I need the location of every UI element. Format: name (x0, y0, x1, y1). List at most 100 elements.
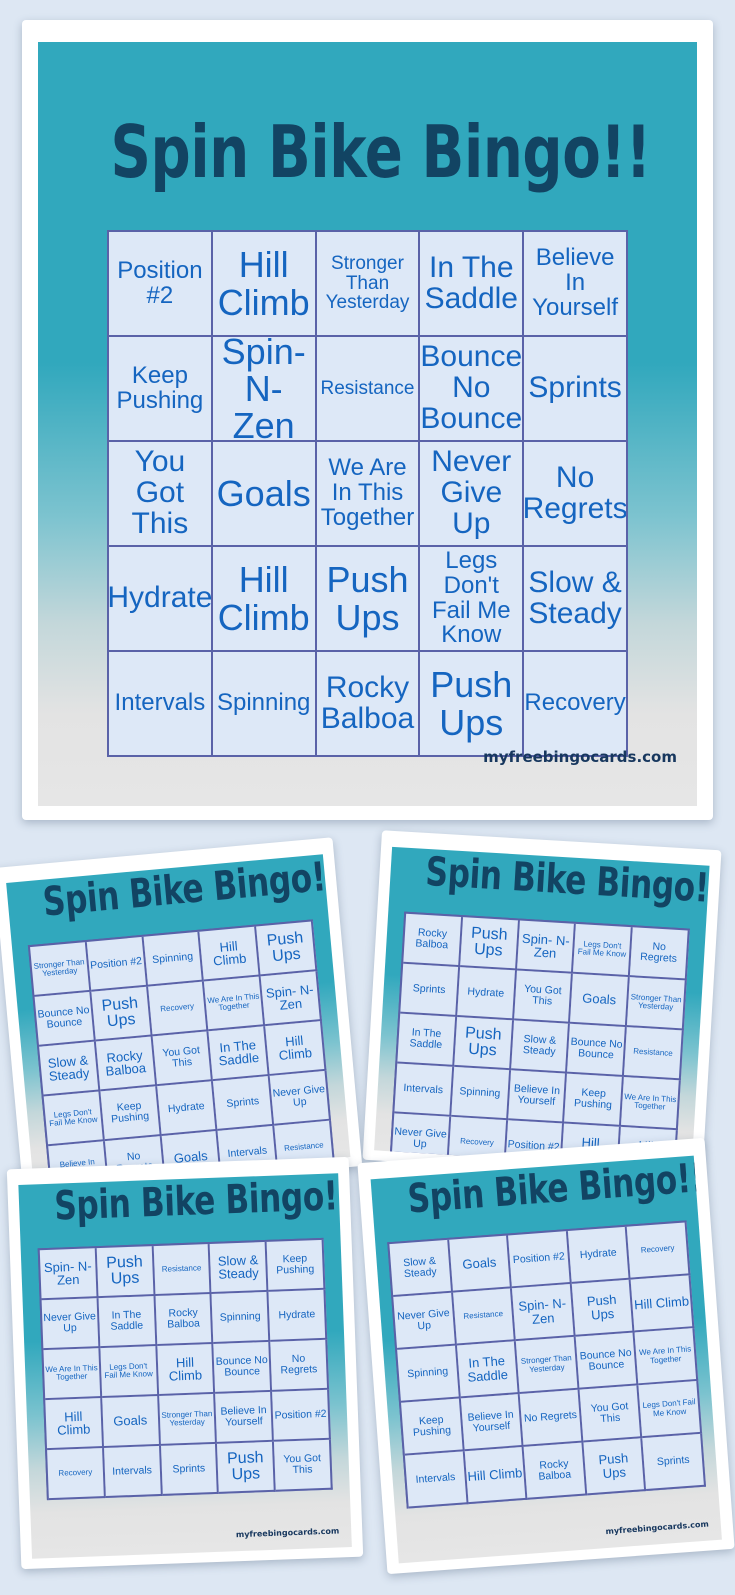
bingo-cell[interactable]: Spin- N-Zen (516, 920, 577, 974)
bingo-cell[interactable]: Legs Don't Fail Me Know (43, 1091, 105, 1147)
bingo-cell[interactable]: In The Saddle (456, 1341, 520, 1399)
bingo-cell[interactable]: Stronger Than Yesterday (30, 941, 92, 997)
bingo-cell[interactable]: Hill Climb (212, 232, 317, 337)
bingo-cell[interactable]: Intervals (109, 652, 213, 757)
bingo-cell[interactable]: Bounce No Bounce (420, 337, 525, 442)
bingo-cell[interactable]: Intervals (404, 1451, 469, 1509)
bingo-cell[interactable]: Hill Climb (265, 1020, 327, 1076)
bingo-cell[interactable]: Hill Climb (199, 926, 261, 982)
bingo-cell[interactable]: Spin- N-Zen (260, 971, 322, 1027)
bingo-cell[interactable]: Push Ups (316, 547, 421, 652)
bingo-grid-main[interactable]: Position #2 Hill Climb Stronger Than Yeste… (107, 230, 628, 757)
bingo-cell[interactable]: Slow & Steady (389, 1239, 453, 1298)
bingo-cell[interactable]: Recovery (524, 652, 628, 757)
bingo-cell[interactable]: No Regrets (519, 1389, 584, 1447)
bingo-cell[interactable]: Spinning (451, 1066, 511, 1121)
bingo-cell[interactable]: We Are In This Together (621, 1076, 681, 1131)
bingo-cell[interactable]: Position #2 (86, 936, 148, 992)
bingo-cell[interactable]: Push Ups (459, 917, 520, 971)
bingo-cell[interactable]: Rocky Balboa (155, 1293, 214, 1347)
bingo-cell[interactable]: Push Ups (96, 1246, 156, 1299)
bingo-cell[interactable]: Never Give Up (269, 1070, 331, 1126)
bingo-cell[interactable]: You Got This (152, 1031, 214, 1087)
bingo-cell[interactable]: Bounce No Bounce (575, 1332, 639, 1390)
bingo-grid-thumbnail-4[interactable]: Slow & Steady Goals Position #2 Hydrate Reco… (387, 1220, 706, 1509)
bingo-cell[interactable]: We Are In This Together (204, 976, 266, 1032)
bingo-cell[interactable]: Slow & Steady (524, 547, 628, 652)
bingo-cell[interactable]: Spin- N-Zen (212, 337, 317, 442)
bingo-cell[interactable]: Sprints (400, 963, 460, 1017)
bingo-cell[interactable]: Legs Don't Fail Me Know (100, 1346, 159, 1399)
bingo-cell[interactable]: Push Ups (256, 921, 318, 977)
bingo-cell[interactable]: Bounce No Bounce (213, 1341, 273, 1394)
bingo-cell[interactable]: Stronger Than Yesterday (627, 977, 687, 1031)
bingo-grid-thumbnail-1[interactable]: Stronger Than Yesterday Position #2 Spinni… (27, 919, 336, 1186)
thumbnail-card-4[interactable]: Spin Bike Bingo!! Slow & Steady Goals Posi… (357, 1137, 735, 1575)
bingo-cell[interactable]: Goals (570, 973, 630, 1028)
bingo-cell[interactable]: Hydrate (567, 1226, 632, 1284)
main-bingo-card[interactable]: Spin Bike Bingo!! Position #2 Hill Climb S… (22, 20, 713, 820)
bingo-cell[interactable]: Slow & Steady (510, 1020, 571, 1074)
bingo-cell[interactable]: Never Give Up (420, 442, 525, 547)
bingo-grid-thumbnail-2[interactable]: Rocky Balboa Push Ups Spin- N-Zen Legs Don'… (389, 911, 690, 1170)
bingo-cell[interactable]: No Regrets (629, 927, 690, 981)
bingo-cell[interactable]: Intervals (394, 1063, 454, 1117)
bingo-cell[interactable]: In The Saddle (420, 232, 525, 337)
bingo-cell[interactable]: Legs Don't Fail Me Know (573, 923, 633, 978)
bingo-cell[interactable]: Legs Don't Fail Me Know (420, 547, 525, 652)
bingo-cell[interactable]: Keep Pushing (266, 1239, 326, 1292)
bingo-cell[interactable]: Hill Climb (631, 1275, 695, 1333)
bingo-cell[interactable]: No Regrets (524, 442, 628, 547)
bingo-cell[interactable]: Spinning (143, 931, 205, 987)
bingo-cell[interactable]: You Got This (109, 442, 213, 547)
bingo-cell[interactable]: Bounce No Bounce (34, 991, 96, 1047)
bingo-cell[interactable]: Slow & Steady (210, 1241, 269, 1294)
bingo-cell[interactable]: Sprints (160, 1443, 220, 1496)
bingo-cell[interactable]: Intervals (103, 1445, 163, 1498)
bingo-cell[interactable]: Position #2 (109, 232, 213, 337)
bingo-cell[interactable]: Keep Pushing (564, 1073, 625, 1127)
bingo-cell[interactable]: Resistance (316, 337, 421, 442)
bingo-cell[interactable]: Spinning (212, 652, 317, 757)
bingo-cell[interactable]: Keep Pushing (100, 1086, 162, 1142)
bingo-cell[interactable]: Push Ups (420, 652, 525, 757)
bingo-cell[interactable]: Push Ups (91, 986, 153, 1042)
bingo-cell[interactable]: Resistance (624, 1027, 684, 1081)
bingo-cell[interactable]: Believe In Yourself (460, 1394, 524, 1452)
bingo-cell[interactable]: You Got This (513, 970, 574, 1024)
bingo-cell[interactable]: Stronger Than Yesterday (516, 1336, 580, 1395)
bingo-cell[interactable]: Hill Climb (156, 1343, 216, 1396)
bingo-cell[interactable]: Never Give Up (393, 1292, 457, 1350)
bingo-cell[interactable]: Hill Climb (212, 547, 317, 652)
bingo-cell[interactable]: We Are In This Together (316, 442, 421, 547)
bingo-cell[interactable]: We Are In This Together (634, 1328, 699, 1386)
bingo-cell[interactable]: Hydrate (456, 967, 517, 1021)
bingo-cell[interactable]: Push Ups (571, 1279, 635, 1337)
bingo-cell[interactable]: Spin- N-Zen (512, 1283, 576, 1342)
bingo-cell[interactable]: Recovery (147, 981, 209, 1037)
bingo-cell[interactable]: Rocky Balboa (316, 652, 421, 757)
bingo-cell[interactable]: Spin- N-Zen (39, 1248, 99, 1301)
thumbnail-card-2[interactable]: Spin Bike Bingo!! Rocky Balboa Push Ups Sp… (362, 830, 722, 1180)
bingo-cell[interactable]: Goals (102, 1395, 161, 1449)
bingo-cell[interactable]: Sprints (642, 1433, 706, 1491)
bingo-cell[interactable]: Push Ups (583, 1438, 647, 1496)
bingo-cell[interactable]: Goals (448, 1235, 513, 1293)
bingo-cell[interactable]: Goals (212, 442, 317, 547)
bingo-cell[interactable]: Resistance (153, 1244, 212, 1297)
bingo-cell[interactable]: Legs Don't Fail Me Know (638, 1380, 703, 1439)
bingo-cell[interactable]: In The Saddle (397, 1013, 457, 1067)
bingo-cell[interactable]: No Regrets (270, 1339, 330, 1392)
bingo-cell[interactable]: Believe In Yourself (215, 1391, 275, 1444)
bingo-cell[interactable]: Hill Climb (464, 1446, 528, 1505)
bingo-cell[interactable]: Bounce No Bounce (567, 1023, 628, 1077)
bingo-cell[interactable]: You Got This (274, 1439, 333, 1492)
bingo-cell[interactable]: Slow & Steady (39, 1041, 101, 1097)
bingo-cell[interactable]: You Got This (579, 1385, 643, 1443)
bingo-cell[interactable]: Spinning (397, 1345, 461, 1403)
bingo-cell[interactable]: Stronger Than Yesterday (158, 1393, 218, 1446)
thumbnail-card-3[interactable]: Spin Bike Bingo!! Spin- N-Zen Push Ups Res… (6, 1156, 364, 1570)
bingo-cell[interactable]: Position #2 (508, 1231, 572, 1289)
bingo-cell[interactable]: Rocky Balboa (95, 1036, 157, 1092)
bingo-cell[interactable]: Push Ups (453, 1016, 514, 1071)
